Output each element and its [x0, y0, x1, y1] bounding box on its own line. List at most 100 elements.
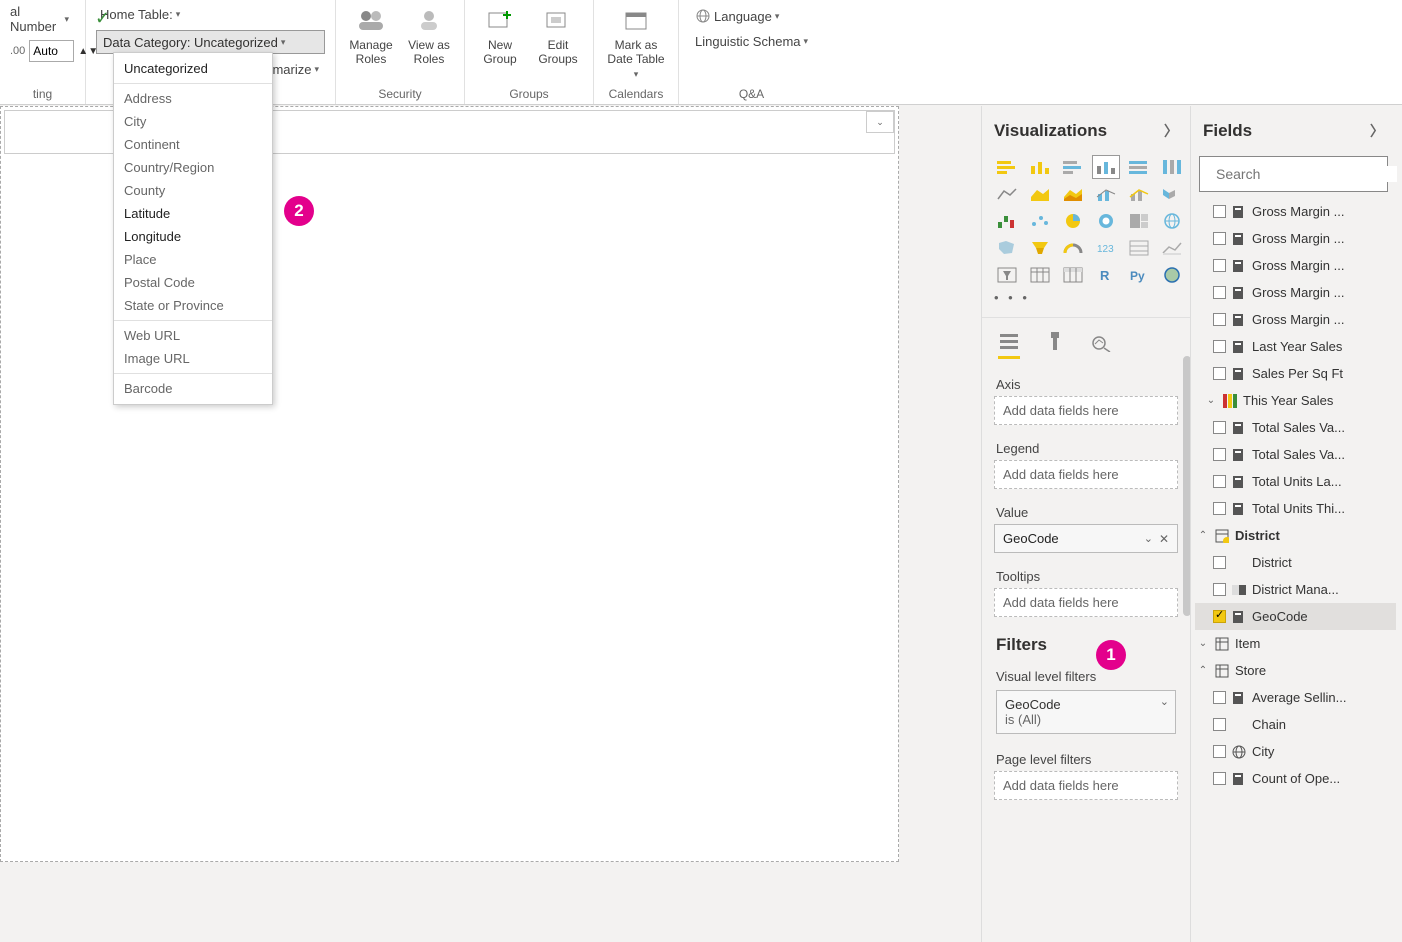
viz-combo1[interactable]: [1093, 183, 1119, 205]
viz-100-bar[interactable]: [1126, 156, 1152, 178]
value-well-geocode[interactable]: GeoCode ⌄ ✕: [994, 524, 1178, 553]
viz-gauge[interactable]: [1060, 237, 1086, 259]
view-as-roles-button[interactable]: View as Roles: [404, 4, 454, 66]
visual-filter-geocode[interactable]: GeoCode is (All) ⌄: [996, 690, 1176, 734]
axis-well[interactable]: Add data fields here: [994, 396, 1178, 425]
viz-treemap[interactable]: [1126, 210, 1152, 232]
field-city[interactable]: City: [1195, 738, 1396, 765]
menu-item-web-url[interactable]: Web URL: [114, 324, 272, 347]
viz-funnel[interactable]: [1027, 237, 1053, 259]
fields-tab[interactable]: [998, 330, 1020, 359]
viz-combo2[interactable]: [1126, 183, 1152, 205]
data-category-dropdown[interactable]: Data Category: Uncategorized ▾: [96, 30, 325, 54]
menu-item-image-url[interactable]: Image URL: [114, 347, 272, 370]
field-item[interactable]: Gross Margin ...: [1195, 225, 1396, 252]
table-item[interactable]: ⌄ Item: [1195, 630, 1396, 657]
viz-table[interactable]: [1027, 264, 1053, 286]
menu-item-address[interactable]: Address: [114, 87, 272, 110]
page-filters-well[interactable]: Add data fields here: [994, 771, 1178, 800]
language-dropdown[interactable]: Language ▾: [689, 6, 814, 26]
viz-stacked-area[interactable]: [1060, 183, 1086, 205]
field-chain[interactable]: Chain: [1195, 711, 1396, 738]
field-count-open[interactable]: Count of Ope...: [1195, 765, 1396, 792]
viz-area[interactable]: [1027, 183, 1053, 205]
remove-field-button[interactable]: ✕: [1159, 532, 1169, 546]
edit-groups-button[interactable]: Edit Groups: [533, 4, 583, 66]
viz-ribbon[interactable]: [1159, 183, 1185, 205]
viz-slicer[interactable]: [994, 264, 1020, 286]
table-store[interactable]: ⌃ Store: [1195, 657, 1396, 684]
field-item[interactable]: Total Sales Va...: [1195, 441, 1396, 468]
menu-item-city[interactable]: City: [114, 110, 272, 133]
mark-as-date-button[interactable]: Mark as Date Table ▾: [604, 4, 668, 80]
scrollbar[interactable]: [1183, 356, 1191, 616]
visual-options-dropdown[interactable]: ⌄: [866, 111, 894, 133]
field-item[interactable]: Sales Per Sq Ft: [1195, 360, 1396, 387]
collapse-icon[interactable]: ⌃: [1197, 665, 1209, 676]
expand-icon[interactable]: ⌄: [1205, 395, 1217, 406]
field-item[interactable]: Total Sales Va...: [1195, 414, 1396, 441]
viz-card[interactable]: 123: [1093, 237, 1119, 259]
search-input[interactable]: [1216, 166, 1397, 182]
new-group-button[interactable]: New Group: [475, 4, 525, 66]
field-item[interactable]: Gross Margin ...: [1195, 252, 1396, 279]
fields-search[interactable]: [1199, 156, 1388, 192]
field-item[interactable]: Gross Margin ...: [1195, 279, 1396, 306]
field-item[interactable]: Total Units Thi...: [1195, 495, 1396, 522]
collapse-panel-button[interactable]: 〉: [1164, 121, 1178, 141]
viz-stacked-column[interactable]: [1027, 156, 1053, 178]
viz-clustered-bar[interactable]: [1060, 156, 1086, 178]
menu-item-latitude[interactable]: Latitude: [114, 202, 272, 225]
viz-stacked-bar[interactable]: [994, 156, 1020, 178]
menu-item-state[interactable]: State or Province: [114, 294, 272, 317]
collapse-icon[interactable]: ⌃: [1197, 530, 1209, 541]
format-tab[interactable]: [1044, 330, 1066, 359]
home-table-dropdown[interactable]: Home Table: ▾: [96, 4, 325, 24]
viz-arcgis[interactable]: [1159, 264, 1185, 286]
field-district[interactable]: District: [1195, 549, 1396, 576]
viz-clustered-column[interactable]: [1093, 156, 1119, 178]
collapse-panel-button[interactable]: 〉: [1370, 121, 1384, 141]
field-item[interactable]: Last Year Sales: [1195, 333, 1396, 360]
format-number-dropdown[interactable]: al Number ▾: [10, 2, 75, 36]
viz-map[interactable]: [1159, 210, 1185, 232]
linguistic-schema-dropdown[interactable]: Linguistic Schema ▾: [689, 32, 814, 51]
viz-multirow-card[interactable]: [1126, 237, 1152, 259]
viz-pie[interactable]: [1060, 210, 1086, 232]
menu-item-longitude[interactable]: Longitude: [114, 225, 272, 248]
viz-kpi[interactable]: [1159, 237, 1185, 259]
chevron-down-icon[interactable]: ⌄: [1144, 532, 1153, 545]
decimals-input[interactable]: [29, 40, 74, 62]
field-avg-selling[interactable]: Average Sellin...: [1195, 684, 1396, 711]
menu-item-county[interactable]: County: [114, 179, 272, 202]
menu-item-uncategorized[interactable]: Uncategorized: [114, 57, 272, 80]
menu-item-place[interactable]: Place: [114, 248, 272, 271]
viz-donut[interactable]: [1093, 210, 1119, 232]
menu-item-barcode[interactable]: Barcode: [114, 377, 272, 400]
menu-item-country[interactable]: Country/Region: [114, 156, 272, 179]
viz-python[interactable]: Py: [1126, 264, 1152, 286]
expand-icon[interactable]: ⌄: [1197, 638, 1209, 649]
viz-r[interactable]: R: [1093, 264, 1119, 286]
tooltips-well[interactable]: Add data fields here: [994, 588, 1178, 617]
analytics-tab[interactable]: [1090, 330, 1112, 359]
legend-well[interactable]: Add data fields here: [994, 460, 1178, 489]
menu-item-postal-code[interactable]: Postal Code: [114, 271, 272, 294]
more-visuals-button[interactable]: • • •: [982, 286, 1190, 309]
field-geocode[interactable]: GeoCode: [1195, 603, 1396, 630]
field-item[interactable]: Total Units La...: [1195, 468, 1396, 495]
viz-scatter[interactable]: [1027, 210, 1053, 232]
field-hierarchy-tys[interactable]: ⌄ This Year Sales: [1195, 387, 1396, 414]
field-item[interactable]: Gross Margin ...: [1195, 198, 1396, 225]
table-district[interactable]: ⌃ District: [1195, 522, 1396, 549]
viz-100-column[interactable]: [1159, 156, 1185, 178]
field-district-manager[interactable]: District Mana...: [1195, 576, 1396, 603]
viz-filled-map[interactable]: [994, 237, 1020, 259]
menu-item-continent[interactable]: Continent: [114, 133, 272, 156]
viz-line[interactable]: [994, 183, 1020, 205]
chevron-down-icon[interactable]: ⌄: [1160, 695, 1169, 708]
manage-roles-button[interactable]: Manage Roles: [346, 4, 396, 66]
viz-matrix[interactable]: [1060, 264, 1086, 286]
field-item[interactable]: Gross Margin ...: [1195, 306, 1396, 333]
viz-waterfall[interactable]: [994, 210, 1020, 232]
